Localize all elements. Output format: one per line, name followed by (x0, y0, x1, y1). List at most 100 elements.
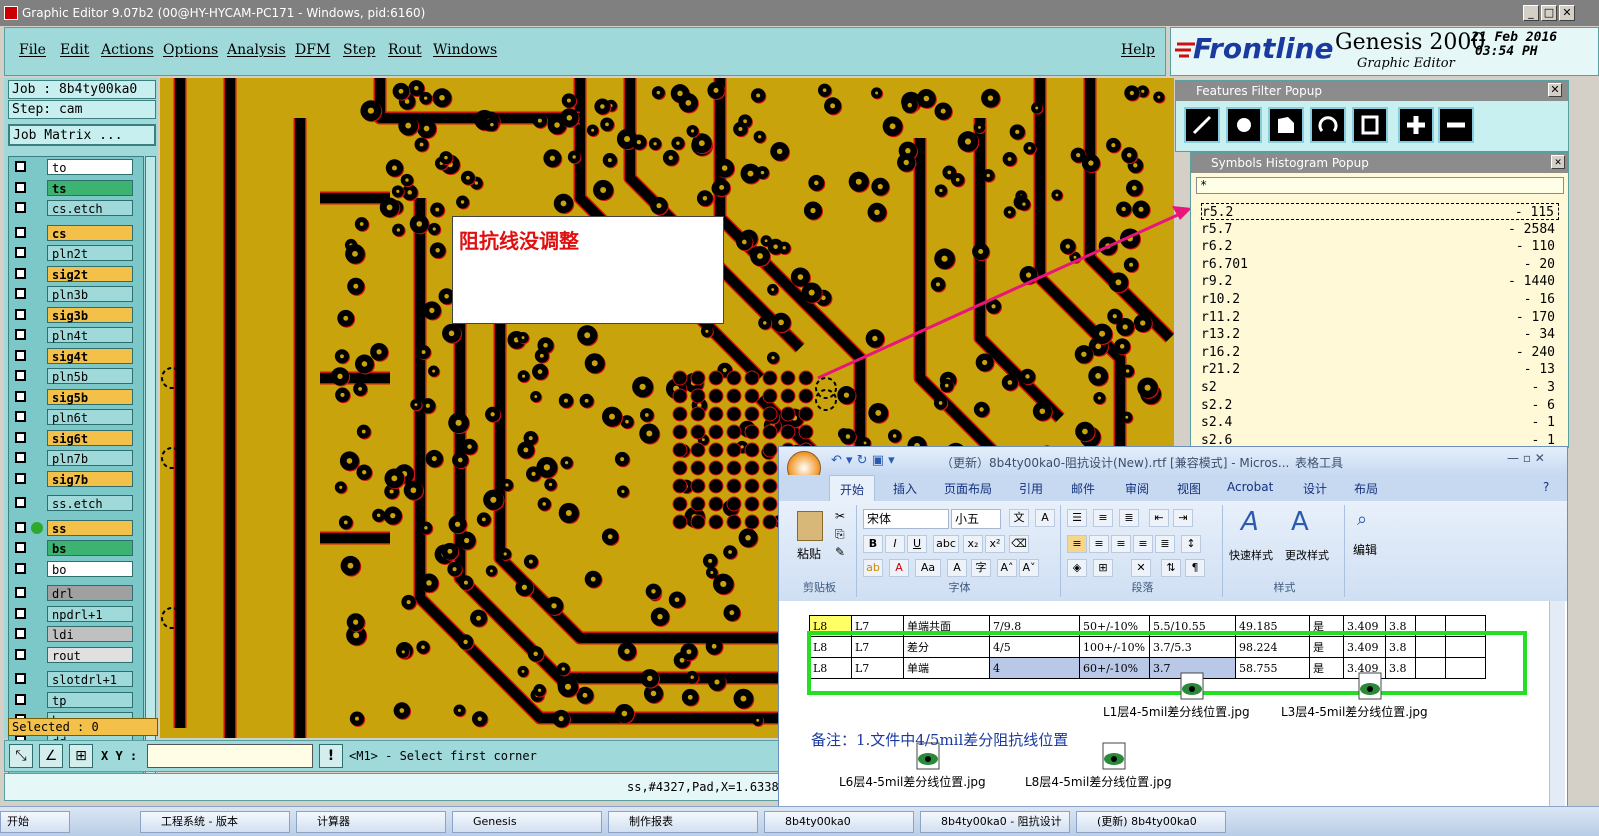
menu-step[interactable]: Step (343, 42, 375, 58)
layer-name[interactable]: cs.etch (47, 200, 133, 216)
tab-insert[interactable]: 插入 (893, 480, 917, 497)
strikethrough-button[interactable]: abc (933, 535, 959, 553)
layer-row-ldi[interactable]: ldi (11, 626, 143, 642)
asian-layout-icon[interactable]: ✕ (1131, 559, 1151, 577)
symbol-row[interactable]: r10.2 - 16 (1201, 291, 1559, 308)
grid-icon[interactable]: ⊞ (69, 744, 93, 768)
pad-feature-icon[interactable] (1226, 107, 1262, 143)
layer-checkbox[interactable] (15, 226, 26, 238)
layer-checkbox[interactable] (15, 308, 26, 320)
change-style-icon[interactable]: A (1291, 507, 1309, 537)
layer-row-pln4t[interactable]: pln4t (11, 327, 143, 343)
tab-mailings[interactable]: 邮件 (1071, 480, 1095, 497)
font-size-select[interactable]: 小五 (951, 509, 1001, 529)
layer-list-scrollbar[interactable] (145, 156, 156, 792)
layer-row-pln7b[interactable]: pln7b (11, 450, 143, 466)
layer-checkbox[interactable] (15, 202, 26, 213)
layer-row-ss-etch[interactable]: ss.etch (11, 495, 143, 511)
layer-name[interactable]: sig5b (47, 388, 133, 405)
attachment-label[interactable]: L6层4-5mil差分线位置.jpg (839, 773, 986, 790)
plus-icon[interactable] (1398, 107, 1434, 143)
close-button[interactable]: ✕ (1559, 5, 1575, 21)
alert-icon[interactable]: ! (319, 744, 343, 768)
layer-row-pln6t[interactable]: pln6t (11, 409, 143, 425)
highlight-icon[interactable]: ab (863, 559, 883, 577)
symbol-row[interactable]: s2 - 3 (1201, 379, 1559, 396)
layer-row-cs-etch[interactable]: cs.etch (11, 200, 143, 216)
taskbar-item[interactable]: 工程系统 - 版本 (140, 811, 290, 833)
paste-icon[interactable] (797, 511, 823, 541)
distribute-icon[interactable]: ≣ (1155, 535, 1175, 553)
menu-windows[interactable]: Windows (433, 42, 497, 58)
layer-row-tp[interactable]: tp (11, 691, 143, 708)
menu-options[interactable]: Options (163, 42, 218, 58)
underline-button[interactable]: U (907, 535, 927, 553)
symbol-row[interactable]: r21.2 - 13 (1201, 361, 1559, 378)
image-attachment-icon[interactable] (1355, 671, 1385, 701)
layer-row-drl[interactable]: drl (11, 585, 143, 601)
change-style-label[interactable]: 更改样式 (1285, 547, 1329, 563)
layer-name[interactable]: pln4t (47, 327, 133, 343)
layer-row-bs[interactable]: bs (11, 540, 143, 556)
layer-checkbox[interactable] (15, 431, 26, 443)
layer-row-bo[interactable]: bo (11, 560, 143, 577)
start-button[interactable]: 开始 (0, 811, 70, 833)
layer-row-sig2t[interactable]: sig2t (11, 265, 143, 282)
line-spacing-icon[interactable]: ↕ (1181, 535, 1201, 553)
symbols-histogram-close-icon[interactable]: ✕ (1551, 155, 1565, 169)
layer-row-pln5b[interactable]: pln5b (11, 368, 143, 384)
symbol-row[interactable]: r9.2 - 1440 (1201, 273, 1559, 290)
bullets-icon[interactable]: ☰ (1067, 509, 1087, 527)
layer-name[interactable]: pln5b (47, 368, 133, 384)
layer-checkbox[interactable] (15, 370, 26, 381)
copy-icon[interactable]: ⎘ (835, 527, 845, 542)
layer-name[interactable]: sig3b (47, 306, 133, 323)
document-scrollbar[interactable] (1549, 601, 1565, 835)
layer-checkbox[interactable] (15, 673, 26, 684)
symbol-row[interactable]: r11.2 - 170 (1201, 309, 1559, 326)
grow-font-icon[interactable]: A˄ (997, 559, 1017, 577)
layer-name[interactable]: cs (47, 224, 133, 241)
align-right-icon[interactable]: ≡ (1111, 535, 1131, 553)
taskbar-item[interactable]: 计算器 (296, 811, 446, 833)
layer-checkbox[interactable] (15, 542, 26, 553)
increase-indent-icon[interactable]: ⇥ (1173, 509, 1193, 527)
sort-icon[interactable]: ⇅ (1161, 559, 1181, 577)
layer-row-rout[interactable]: rout (11, 646, 143, 663)
justify-icon[interactable]: ≡ (1133, 535, 1153, 553)
menu-analysis[interactable]: Analysis (227, 42, 286, 58)
symbol-row[interactable]: r6.2 - 110 (1201, 238, 1559, 255)
layer-name[interactable]: pln2t (47, 245, 133, 261)
layer-row-npdrl-1[interactable]: npdrl+1 (11, 605, 143, 622)
quick-style-icon[interactable]: A (1241, 507, 1259, 537)
format-painter-icon[interactable]: ✎ (835, 545, 845, 559)
layer-name[interactable]: pln7b (47, 450, 133, 466)
layer-name[interactable]: pln3b (47, 286, 133, 302)
layer-row-cs[interactable]: cs (11, 224, 143, 241)
layer-checkbox[interactable] (15, 497, 26, 508)
layer-checkbox[interactable] (15, 607, 26, 619)
layer-name[interactable]: sig6t (47, 429, 133, 446)
tab-page-layout[interactable]: 页面布局 (944, 480, 992, 497)
symbol-row[interactable]: r13.2 - 34 (1201, 326, 1559, 343)
bold-button[interactable]: B (863, 535, 883, 553)
menu-actions[interactable]: Actions (101, 42, 154, 58)
text-feature-icon[interactable] (1352, 107, 1388, 143)
layer-checkbox[interactable] (15, 648, 26, 660)
taskbar-item[interactable]: (更新) 8b4ty00ka0 (1076, 811, 1226, 833)
maximize-button[interactable]: □ (1541, 5, 1557, 21)
layer-name[interactable]: rout (47, 646, 133, 663)
layer-checkbox[interactable] (15, 452, 26, 463)
layer-checkbox[interactable] (15, 562, 26, 574)
measure-icon[interactable]: ∠ (39, 744, 63, 768)
layer-row-sig7b[interactable]: sig7b (11, 470, 143, 487)
layer-name[interactable]: slotdrl+1 (47, 671, 133, 687)
symbol-row[interactable]: s2.4 - 1 (1201, 414, 1559, 431)
arc-feature-icon[interactable] (1310, 107, 1346, 143)
char-border-icon[interactable]: A (1035, 509, 1055, 527)
layer-checkbox[interactable] (15, 521, 26, 533)
cut-icon[interactable]: ✂ (835, 509, 845, 523)
layer-row-sig4t[interactable]: sig4t (11, 347, 143, 364)
layer-checkbox[interactable] (15, 181, 26, 193)
align-center-icon[interactable]: ≡ (1089, 535, 1109, 553)
